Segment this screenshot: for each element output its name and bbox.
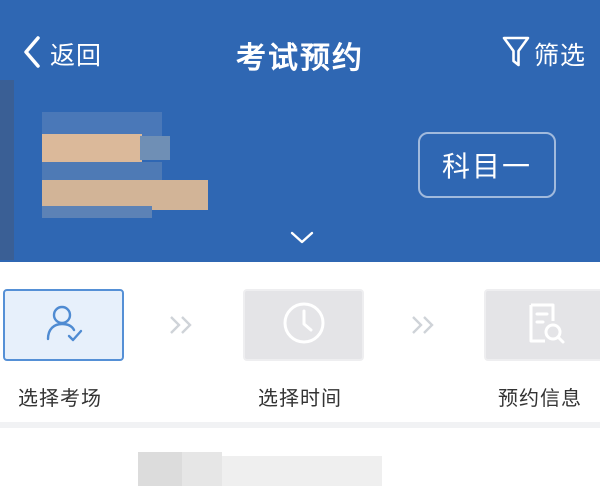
document-search-icon — [521, 299, 569, 351]
section-divider — [0, 422, 600, 428]
subject-button[interactable]: 科目一 — [418, 132, 556, 198]
funnel-icon — [502, 34, 530, 74]
clock-icon — [280, 299, 328, 351]
step-booking-info[interactable] — [484, 289, 600, 361]
double-chevron-icon — [168, 314, 196, 340]
step-select-time[interactable] — [243, 289, 364, 361]
double-chevron-icon — [410, 314, 438, 340]
content-area — [0, 422, 600, 489]
step-label: 预约信息 — [498, 386, 582, 410]
step-label: 选择时间 — [258, 386, 342, 410]
chevron-down-icon — [289, 230, 315, 250]
person-check-icon — [42, 301, 86, 349]
step-label: 选择考场 — [18, 386, 102, 410]
step-progress: 选择考场 选择时间 预约信息 — [0, 262, 600, 422]
header: 返回 考试预约 筛选 科目一 — [0, 0, 600, 262]
top-bar: 返回 考试预约 筛选 — [0, 0, 600, 110]
filter-button[interactable]: 筛选 — [502, 34, 586, 74]
expand-toggle[interactable] — [289, 230, 315, 250]
step-select-venue[interactable] — [3, 289, 124, 361]
filter-label: 筛选 — [533, 41, 586, 70]
